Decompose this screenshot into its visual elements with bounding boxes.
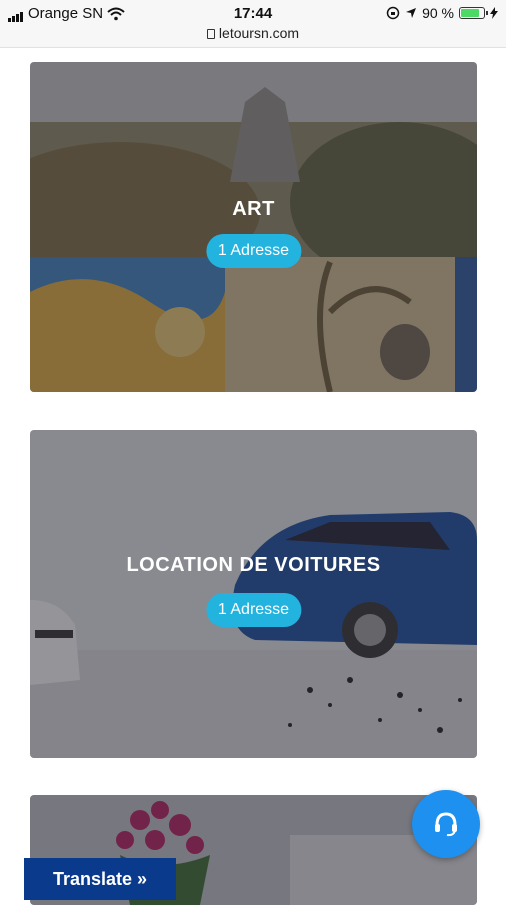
card-title: ART: [232, 198, 275, 220]
support-chat-button[interactable]: [412, 790, 480, 858]
card-overlay: [30, 62, 477, 392]
rotation-lock-icon: [386, 6, 400, 20]
address-count-badge[interactable]: 1 Adresse: [205, 593, 302, 627]
url-bar[interactable]: letoursn.com: [0, 25, 506, 41]
category-card-location-de-voitures[interactable]: LOCATION DE VOITURES 1 Adresse: [30, 430, 477, 758]
location-icon: [406, 8, 417, 18]
url-text: letoursn.com: [218, 25, 300, 41]
headset-icon: [435, 812, 457, 837]
status-bar: Orange SN 17:44 90 % letoursn.com: [0, 0, 506, 48]
lock-icon: [206, 29, 215, 39]
battery-percent: 90 %: [422, 5, 454, 21]
address-count-badge[interactable]: 1 Adresse: [205, 234, 302, 268]
battery-fill: [461, 9, 479, 17]
translate-button[interactable]: Translate »: [24, 858, 176, 900]
category-card-art[interactable]: ART 1 Adresse: [30, 62, 477, 392]
status-right: 90 %: [386, 5, 498, 21]
card-title: LOCATION DE VOITURES: [126, 554, 381, 576]
charging-icon: [490, 7, 498, 19]
battery-icon: [459, 7, 488, 19]
